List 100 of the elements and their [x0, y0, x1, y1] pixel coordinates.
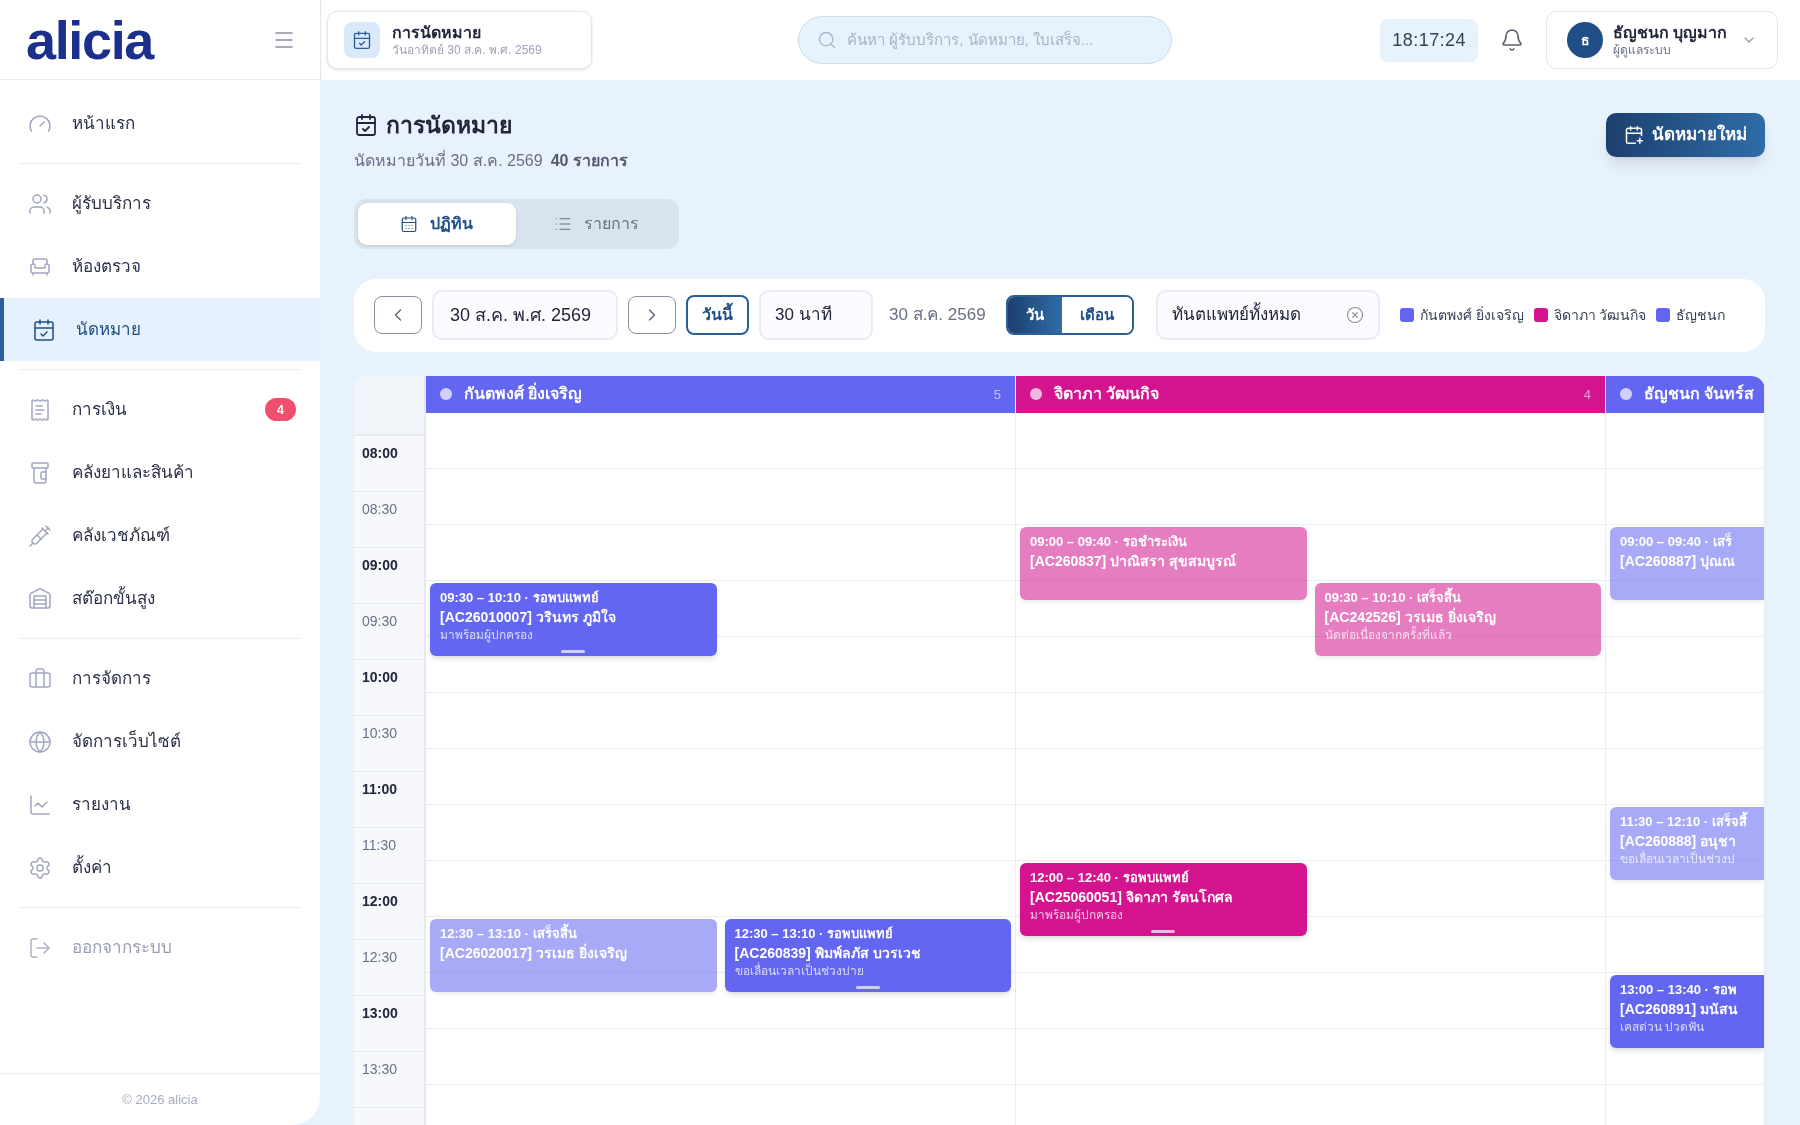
- calendar-icon: [32, 317, 56, 342]
- copyright-text: © 2026 alicia: [122, 1090, 198, 1109]
- sidebar-label: ตั้งค่า: [72, 854, 113, 879]
- time-label: 12:00: [362, 892, 398, 909]
- sidebar-item[interactable]: การจัดการ: [0, 647, 320, 710]
- appointment-card[interactable]: 09:30 – 10:10 · รอพบแพทย์ [AC26010007] วรินทร ภูมิใจ มาพร้อมผู้ปกครอง: [430, 583, 717, 656]
- count-badge: 4: [264, 397, 296, 422]
- sidebar-label: การจัดการ: [72, 667, 152, 690]
- time-label: 12:30: [362, 948, 398, 965]
- sidebar-label: คลังยาและสินค้า: [72, 461, 195, 484]
- doctor-filter[interactable]: ทันตแพทย์ทั้งหมด: [1155, 290, 1380, 340]
- appointment-count: 4: [1583, 385, 1591, 404]
- calendar-icon: [400, 214, 419, 233]
- time-label: 13:30: [362, 1060, 398, 1077]
- clear-icon[interactable]: [1345, 306, 1364, 324]
- appointment-note: ขอเลื่อนเวลาเป็นช่วงบ่าย: [734, 963, 865, 980]
- warehouse-icon: [28, 586, 52, 611]
- appointment-time: 09:00 – 09:40 · เสร็: [1620, 532, 1733, 551]
- patient-name: [AC260837] ปาณิสรา สุขสมบูรณ์: [1030, 552, 1238, 571]
- appointment-time: 09:00 – 09:40 · รอชำระเงิน: [1030, 533, 1188, 551]
- sidebar-label: รายงาน: [72, 793, 132, 816]
- bottle-icon: [28, 460, 52, 485]
- appointment-total: 40 รายการ: [550, 150, 628, 171]
- syringe-icon: [28, 523, 52, 548]
- resize-handle[interactable]: [561, 649, 586, 653]
- user-role: ผู้ดูแลระบบ: [1613, 42, 1672, 58]
- search-bar[interactable]: ค้นหา ผู้รับบริการ, นัดหมาย, ใบเสร็จ...: [798, 16, 1172, 64]
- doctor-name: จิดาภา วัฒนกิจ: [1054, 384, 1161, 405]
- time-label: 11:30: [362, 836, 396, 853]
- sidebar-item[interactable]: หน้าแรก: [0, 92, 320, 155]
- sidebar-label: นัดหมาย: [76, 318, 142, 341]
- legend-label: กันตพงศ์ ยิ่งเจริญ: [1419, 305, 1524, 325]
- next-button[interactable]: [628, 296, 676, 334]
- sidebar-item[interactable]: คลังยาและสินค้า: [0, 441, 320, 504]
- time-label: 09:30: [362, 612, 398, 629]
- appointment-count: 5: [993, 385, 1001, 404]
- patient-name: [AC25060051] จิดาภา รัตนโกศล: [1030, 887, 1234, 907]
- search-field[interactable]: ค้นหา ผู้รับบริการ, นัดหมาย, ใบเสร็จ...: [847, 28, 1153, 52]
- sidebar-item[interactable]: การเงิน 4: [0, 378, 320, 441]
- calendar-icon: [352, 30, 372, 50]
- range-label: 30 ส.ค. 2569: [889, 304, 986, 327]
- patient-name: [AC260891] มนัสน: [1620, 1000, 1740, 1019]
- clock-text: 18:17:24: [1380, 18, 1478, 62]
- doctor-name: กันตพงศ์ ยิ่งเจริญ: [464, 382, 982, 407]
- appointment-note: ขอเลื่อนเวลาเป็นช่วงบ่: [1620, 851, 1754, 868]
- date-field[interactable]: 30 ส.ค. พ.ศ. 2569: [432, 290, 618, 340]
- previous-button[interactable]: [374, 296, 422, 334]
- page-title: การนัดหมาย: [386, 111, 512, 140]
- sidebar-label: สต๊อกขั้นสูง: [72, 585, 156, 611]
- search-icon: [817, 30, 837, 50]
- resize-handle[interactable]: [1151, 929, 1176, 933]
- patient-name: [AC260888] อนุชา: [1620, 832, 1738, 850]
- sidebar-item[interactable]: ตั้งค่า: [0, 836, 320, 899]
- briefcase-icon: [28, 666, 52, 691]
- appointment-card[interactable]: 12:30 – 13:10 · รอพบแพทย์ [AC260839] พิมพ์ลภัส บวรเวช ขอเลื่อนเวลาเป็นช่วงบ่าย: [724, 919, 1011, 992]
- view-tab[interactable]: รายการ: [517, 202, 675, 245]
- new-appointment-button[interactable]: นัดหมายใหม่: [1606, 113, 1765, 157]
- time-label: 08:00: [362, 444, 398, 461]
- view-tab[interactable]: ปฏิทิน: [358, 202, 516, 245]
- notification-bell-icon[interactable]: [1500, 28, 1524, 52]
- sidebar-label: จัดการเว็บไซต์: [72, 729, 182, 753]
- appointment-time: 12:30 – 13:10 · เสร็จสิ้น: [440, 924, 707, 943]
- appointment-time: 12:30 – 13:10 · รอพบแพทย์: [734, 925, 894, 943]
- patient-name: [AC26010007] วรินทร ภูมิใจ: [440, 607, 617, 627]
- appointment-time: 11:30 – 12:10 · เสร็จสิ้: [1620, 812, 1754, 831]
- sidebar-item[interactable]: ห้องตรวจ: [0, 235, 320, 298]
- calendar-icon: [354, 113, 378, 138]
- appointment-time: 12:00 – 12:40 · รอพบแพทย์: [1030, 869, 1190, 887]
- resize-handle[interactable]: [855, 985, 880, 989]
- sidebar-label: การเงิน: [72, 398, 128, 421]
- appointment-note: เคสด่วน ปวดฟัน: [1620, 1019, 1706, 1036]
- user-avatar: ธ: [1567, 22, 1603, 58]
- today-button[interactable]: วันนี้: [686, 295, 749, 335]
- page-subtitle: นัดหมายวันที่ 30 ส.ค. 2569: [354, 149, 543, 171]
- view-mode-tab[interactable]: วัน: [1007, 297, 1062, 333]
- settings-icon: [28, 855, 52, 880]
- receipt-icon: [28, 397, 52, 422]
- time-label: 13:00: [362, 1004, 398, 1021]
- appointment-card[interactable]: 12:00 – 12:40 · รอพบแพทย์ [AC25060051] จิดาภา รัตนโกศล มาพร้อมผู้ปกครอง: [1020, 863, 1307, 936]
- sidebar-label: คลังเวชภัณฑ์: [72, 524, 171, 547]
- appointment-note: นัดต่อเนื่องจากครั้งที่แล้ว: [1324, 627, 1453, 644]
- user-menu[interactable]: ธ ธัญชนก บุญมาก ผู้ดูแลระบบ: [1546, 11, 1778, 69]
- users-icon: [28, 191, 52, 216]
- patient-name: [AC26020017] วรเมธ ยิ่งเจริญ: [440, 943, 628, 963]
- sidebar-item[interactable]: สต๊อกขั้นสูง: [0, 567, 320, 630]
- sidebar-item[interactable]: ผู้รับบริการ: [0, 172, 320, 235]
- sidebar-item[interactable]: รายงาน: [0, 773, 320, 836]
- brand-logo: alicia: [26, 12, 153, 67]
- appointment-time: 09:30 – 10:10 · เสร็จสิ้น: [1324, 588, 1591, 607]
- interval-field[interactable]: 30 นาที: [759, 290, 873, 340]
- appointment-time: 09:30 – 10:10 · รอพบแพทย์: [440, 589, 600, 607]
- page-chip-date: วันอาทิตย์ 30 ส.ค. พ.ศ. 2569: [392, 42, 542, 58]
- sidebar-label: หน้าแรก: [72, 112, 136, 135]
- sidebar-item[interactable]: คลังเวชภัณฑ์: [0, 504, 320, 567]
- appointment-card[interactable]: 13:00 – 13:40 · รอพ [AC260891] มนัสน เคสด่วน ปวดฟัน: [1610, 975, 1764, 1048]
- patient-name: [AC260887] ปุณณ: [1620, 552, 1737, 571]
- sidebar-item[interactable]: นัดหมาย: [0, 298, 320, 361]
- time-label: 11:00: [362, 780, 398, 797]
- patient-name: [AC260839] พิมพ์ลภัส บวรเวช: [734, 944, 922, 962]
- sidebar-item[interactable]: จัดการเว็บไซต์: [0, 710, 320, 773]
